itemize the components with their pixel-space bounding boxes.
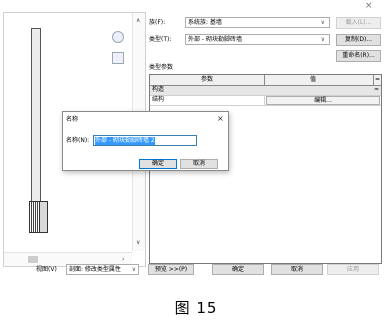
scroll-thumb[interactable] [28, 256, 38, 263]
bottom-ok-button[interactable]: 确定 [212, 264, 264, 275]
edit-structure-button[interactable]: 编辑... [266, 96, 380, 105]
load-button[interactable]: 载入(L)... [336, 17, 381, 29]
rename-button[interactable]: 重命名(R)... [336, 50, 381, 62]
chevron-down-icon: ∨ [320, 36, 325, 43]
type-parameters-label: 类型参数 [149, 64, 174, 71]
group-label: 构造 [152, 86, 165, 93]
type-select[interactable]: 外部 - 砌块勒脚砖墙 ∨ [185, 34, 330, 45]
table-row[interactable]: 结构 编辑... [150, 96, 381, 106]
grid-header-value: 值 [310, 76, 317, 83]
family-select[interactable]: 系统族: 基墙 ∨ [185, 17, 330, 28]
apply-button[interactable]: 应用 [327, 264, 379, 275]
type-value: 外部 - 砌块勒脚砖墙 [188, 36, 242, 43]
dialog-close-icon[interactable]: × [217, 114, 224, 123]
view-label: 视图(V) [36, 266, 57, 273]
grid-header-divider [264, 75, 265, 85]
dialog-title: 名称 [66, 116, 79, 123]
family-value: 系统族: 基墙 [188, 19, 222, 26]
chevron-down-icon: ∨ [131, 266, 136, 273]
name-dialog: 名称 × 名称(N): 外部 - 砌块勒脚砖墙 2 确定 取消 [62, 111, 229, 171]
view-select[interactable]: 剖面: 修改类型属性 ∨ [66, 264, 139, 275]
zoom-icon[interactable] [112, 31, 124, 43]
collapse-icon[interactable]: ≈ [374, 86, 379, 94]
wall-base-brick [39, 201, 48, 233]
row-param-label: 结构 [152, 96, 165, 103]
grid-header-sort-icon[interactable]: = [375, 76, 380, 84]
row-divider [264, 96, 265, 105]
grid-header-parameter: 参数 [201, 76, 214, 83]
scroll-down-icon[interactable]: ∨ [136, 239, 140, 246]
zoom-fit-icon[interactable] [112, 52, 124, 64]
name-field-label: 名称(N): [66, 137, 90, 144]
grid-header-divider [373, 75, 374, 85]
window-close-icon[interactable]: × [365, 1, 373, 11]
preview-button[interactable]: 预览 >>(P) [148, 264, 194, 275]
bottom-cancel-button[interactable]: 取消 [271, 264, 323, 275]
ok-button[interactable]: 确定 [139, 159, 177, 169]
name-field[interactable]: 外部 - 砌块勒脚砖墙 2 [93, 135, 197, 146]
duplicate-button[interactable]: 复制(D)... [336, 34, 381, 46]
wall-section-preview [31, 28, 41, 221]
chevron-down-icon: ∨ [320, 19, 325, 26]
grid-header: 参数 值 = [150, 75, 381, 86]
group-row-construction[interactable]: 构造 ≈ [150, 86, 381, 96]
scroll-up-icon[interactable]: ∧ [136, 17, 140, 24]
view-value: 剖面: 修改类型属性 [69, 266, 121, 273]
family-label: 族(F): [149, 19, 166, 26]
cancel-button[interactable]: 取消 [180, 159, 218, 169]
type-label: 类型(T): [149, 36, 172, 43]
figure-caption: 图 15 [174, 299, 218, 317]
name-field-value: 外部 - 砌块勒脚砖墙 2 [95, 137, 155, 145]
scroll-right-icon[interactable]: › [122, 256, 124, 263]
